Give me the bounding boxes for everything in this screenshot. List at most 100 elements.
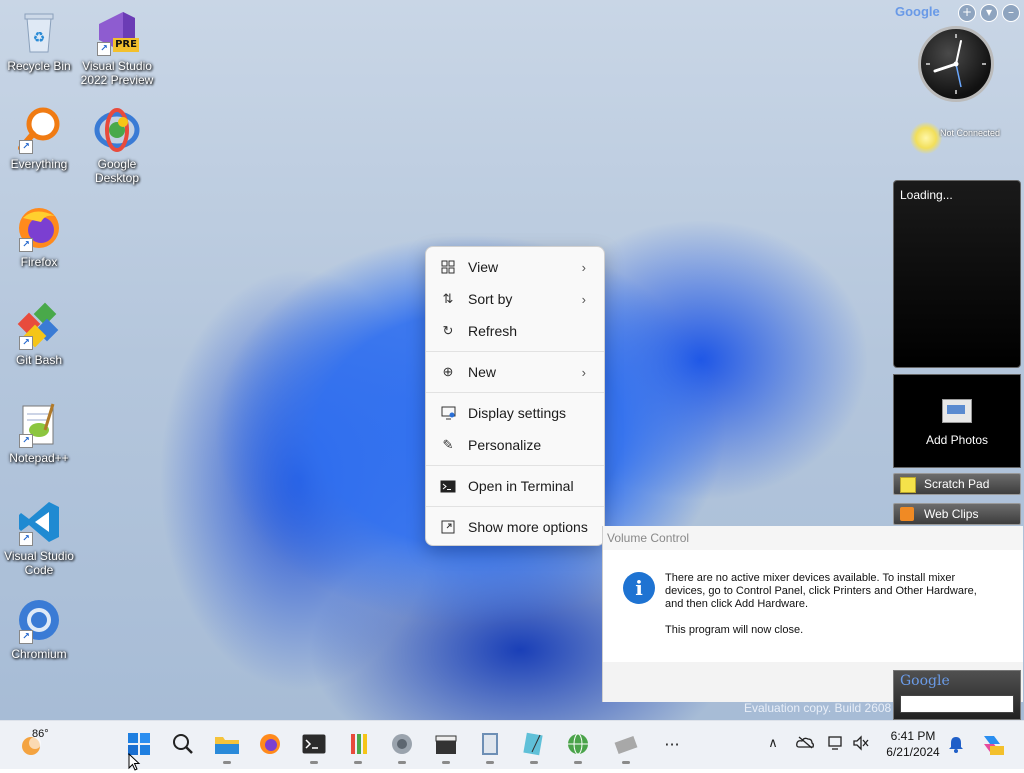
add-gadget-button[interactable]: +: [958, 4, 976, 22]
taskbar-notepad-app[interactable]: [520, 729, 548, 764]
dialog-message: There are no active mixer devices availa…: [665, 572, 977, 610]
evaluation-watermark: Evaluation copy. Build 2608: [744, 701, 892, 715]
search-button[interactable]: [169, 729, 197, 759]
taskbar-paint-tools[interactable]: [344, 729, 372, 764]
taskbar-book-app[interactable]: [476, 729, 504, 764]
display-icon: [440, 405, 456, 421]
desktop-context-menu: View › ⇅ Sort by › ↻ Refresh ⊕ New › Dis…: [425, 246, 605, 546]
desktop-icon-notepad-plus-plus[interactable]: ↗ Notepad++: [0, 400, 78, 465]
taskbar-clapper-app[interactable]: [432, 729, 460, 764]
desktop-icon-git-bash[interactable]: ↗ Git Bash: [0, 302, 78, 367]
refresh-icon: ↻: [442, 323, 454, 338]
terminal-icon: [440, 478, 456, 494]
gadget-menu-button[interactable]: ▾: [980, 4, 998, 22]
desktop-icon-label: Visual Studio Code: [4, 549, 74, 577]
running-indicator: [574, 761, 582, 764]
desktop-icon-label: Git Bash: [15, 353, 63, 367]
running-indicator: [398, 761, 406, 764]
shortcut-arrow-icon: ↗: [19, 434, 33, 448]
running-indicator: [442, 761, 450, 764]
dialog-title: Volume Control: [603, 526, 1023, 550]
menu-item-open-in-terminal[interactable]: Open in Terminal: [430, 471, 600, 501]
search-icon: [173, 734, 193, 754]
desktop[interactable]: ♻ Recycle Bin PRE ↗ Visual Studio 2022 P…: [0, 0, 1024, 720]
date-text: 6/21/2024: [886, 745, 940, 759]
scratch-pad-gadget[interactable]: Scratch Pad: [893, 473, 1021, 495]
gadget-sidebar-logo: Google: [895, 4, 940, 19]
desktop-icon-chromium[interactable]: ↗ Chromium: [0, 596, 78, 661]
clapperboard-icon: [435, 735, 457, 754]
shortcut-arrow-icon: ↗: [19, 630, 33, 644]
brush-icon: ✎: [442, 437, 454, 452]
taskbar-tools-app[interactable]: [612, 729, 640, 764]
taskbar-firefox[interactable]: [256, 729, 284, 759]
notification-bell-icon[interactable]: [947, 735, 965, 753]
running-indicator: [310, 761, 318, 764]
weather-temperature: 86°: [32, 728, 49, 740]
copilot-icon[interactable]: [980, 732, 1004, 756]
onedrive-icon[interactable]: [796, 735, 814, 753]
recycle-bin-icon: ♻: [15, 8, 63, 56]
notepad-plus-plus-icon: ↗: [15, 400, 63, 448]
show-hidden-icons-button[interactable]: ∧: [764, 735, 782, 753]
menu-item-display-settings[interactable]: Display settings: [430, 398, 600, 428]
slideshow-gadget[interactable]: Loading...: [893, 180, 1021, 368]
desktop-icon-label: Visual Studio 2022 Preview: [80, 59, 154, 87]
weather-sun-icon: [910, 122, 942, 154]
sort-icon: ⇅: [442, 291, 454, 306]
shortcut-arrow-icon: ↗: [19, 336, 33, 350]
note-icon: [900, 477, 916, 493]
taskbar-network-app[interactable]: [564, 729, 592, 764]
book-icon: [482, 733, 498, 755]
network-icon[interactable]: [827, 735, 845, 753]
desktop-icon-label: Notepad++: [9, 451, 69, 465]
menu-separator: [426, 392, 604, 393]
git-bash-icon: ↗: [15, 302, 63, 350]
clock-date[interactable]: 6:41 PM 6/21/2024: [884, 728, 942, 760]
chevron-right-icon: ›: [581, 364, 586, 380]
everything-search-icon: ↗: [15, 106, 63, 154]
photo-icon: [942, 399, 972, 423]
photos-gadget[interactable]: Add Photos: [893, 374, 1021, 468]
clock-gadget[interactable]: [918, 26, 994, 102]
taskbar-speaker-app[interactable]: [388, 729, 416, 764]
notepad-icon: [523, 732, 543, 756]
menu-item-personalize[interactable]: ✎ Personalize: [430, 430, 600, 460]
web-clips-gadget[interactable]: Web Clips: [893, 503, 1021, 525]
taskbar: 86° ··· ∧ 6:41 PM 6/21/2024: [0, 720, 1024, 771]
dialog-note: This program will now close.: [665, 624, 804, 636]
menu-item-new[interactable]: ⊕ New ›: [430, 357, 600, 387]
taskbar-overflow-button[interactable]: ···: [658, 729, 686, 759]
desktop-icon-recycle-bin[interactable]: ♻ Recycle Bin: [0, 8, 78, 73]
desktop-icon-visual-studio[interactable]: PRE ↗ Visual Studio 2022 Preview: [78, 8, 156, 87]
menu-item-show-more-options[interactable]: Show more options: [430, 512, 600, 542]
google-desktop-icon: [93, 106, 141, 154]
globe-icon: [568, 733, 588, 755]
desktop-icon-everything[interactable]: ↗ Everything: [0, 106, 78, 171]
tools-icon: [614, 735, 638, 755]
desktop-icon-firefox[interactable]: ↗ Firefox: [0, 204, 78, 269]
menu-separator: [426, 465, 604, 466]
volume-muted-icon[interactable]: [852, 735, 870, 753]
menu-item-view[interactable]: View ›: [430, 252, 600, 282]
firefox-icon: [260, 734, 280, 754]
shortcut-arrow-icon: ↗: [19, 140, 33, 154]
brushes-icon: [351, 734, 367, 754]
menu-separator: [426, 506, 604, 507]
chevron-right-icon: ›: [581, 291, 586, 307]
google-search-input[interactable]: [900, 695, 1014, 713]
shortcut-arrow-icon: ↗: [19, 532, 33, 546]
taskbar-terminal[interactable]: [300, 729, 328, 764]
running-indicator: [223, 761, 231, 764]
minimize-sidebar-button[interactable]: –: [1002, 4, 1020, 22]
info-icon: i: [623, 572, 655, 604]
preview-badge: PRE: [115, 39, 137, 50]
plus-circle-icon: ⊕: [442, 364, 454, 379]
taskbar-file-explorer[interactable]: [213, 729, 241, 764]
desktop-icon-vscode[interactable]: ↗ Visual Studio Code: [0, 498, 78, 577]
menu-item-sort-by[interactable]: ⇅ Sort by ›: [430, 284, 600, 314]
running-indicator: [354, 761, 362, 764]
slideshow-status: Loading...: [900, 188, 953, 202]
desktop-icon-google-desktop[interactable]: Google Desktop: [78, 106, 156, 185]
menu-item-refresh[interactable]: ↻ Refresh: [430, 316, 600, 346]
